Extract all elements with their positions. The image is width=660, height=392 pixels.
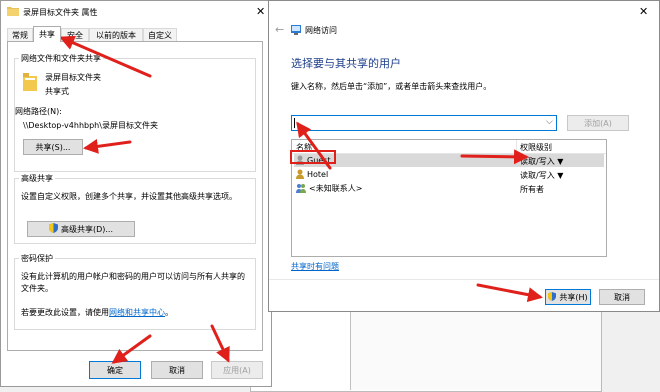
user-name: <未知联系人> xyxy=(309,184,363,193)
list-item-unknown-contact[interactable]: <未知联系人> 所有者 xyxy=(294,182,604,195)
sharing-trouble-link[interactable]: 共享时有问题 xyxy=(291,261,339,272)
apply-button[interactable]: 应用(A) xyxy=(211,361,263,379)
network-access-icon xyxy=(291,25,301,37)
tab-previous-versions[interactable]: 以前的版本 xyxy=(89,28,143,42)
list-item-hotel[interactable]: Hotel 读取/写入 ▼ xyxy=(294,168,604,181)
footer-divider xyxy=(269,279,659,280)
title-bar: 录屏目标文件夹 属性 ✕ xyxy=(1,1,271,23)
tab-general[interactable]: 常规 xyxy=(7,28,33,42)
user-list: 名称 权限级别 Guest 读取/写入 ▼ Hotel 读取/写入 ▼ <未知联… xyxy=(291,139,607,257)
window-title: 录屏目标文件夹 属性 xyxy=(23,8,98,17)
background-window-2 xyxy=(350,300,601,390)
add-button[interactable]: 添加(A) xyxy=(567,115,629,131)
netpath-value: \\Desktop-v4hhbph\录屏目标文件夹 xyxy=(23,121,158,130)
list-item-guest[interactable]: Guest 读取/写入 ▼ xyxy=(294,154,604,167)
permission-dropdown[interactable]: 读取/写入 ▼ xyxy=(520,170,563,181)
folder-status: 共享式 xyxy=(45,87,69,96)
share-button[interactable]: 共享(H) xyxy=(545,289,591,305)
tab-security[interactable]: 安全 xyxy=(61,28,89,42)
tab-sharing[interactable]: 共享 xyxy=(33,26,61,42)
group-title: 网络文件和文件夹共享 xyxy=(19,53,103,64)
contact-icon xyxy=(296,183,306,195)
properties-dialog: 录屏目标文件夹 属性 ✕ 常规 共享 安全 以前的版本 自定义 网络文件和文件夹… xyxy=(0,0,272,387)
folder-icon xyxy=(7,6,19,18)
folder-name: 录屏目标文件夹 xyxy=(45,73,101,82)
folder-icon xyxy=(23,73,37,93)
netpath-label: 网络路径(N): xyxy=(15,107,62,116)
ok-button[interactable]: 确定 xyxy=(89,361,141,379)
network-share-group: 网络文件和文件夹共享 录屏目标文件夹 共享式 网络路径(N): \\Deskto… xyxy=(14,53,256,172)
close-icon[interactable]: ✕ xyxy=(639,5,648,18)
pwd-change-text: 若要更改此设置，请使用网络和共享中心。 xyxy=(21,308,173,317)
wizard-instruction: 键入名称，然后单击“添加”，或者单击箭头来查找用户。 xyxy=(291,82,492,91)
user-name: Hotel xyxy=(307,170,329,179)
shield-icon xyxy=(548,291,557,303)
adv-description: 设置自定义权限，创建多个共享，并设置其他高级共享选项。 xyxy=(21,192,237,201)
group-title: 高级共享 xyxy=(19,173,55,184)
text-caret xyxy=(294,118,295,128)
back-arrow-icon[interactable]: ← xyxy=(275,23,284,36)
guest-highlight-box xyxy=(290,150,336,164)
shield-icon xyxy=(48,223,58,235)
tab-customize[interactable]: 自定义 xyxy=(143,28,177,42)
pwd-description: 没有此计算机的用户帐户和密码的用户可以访问与所有人共享的文件夹。 xyxy=(21,272,245,293)
list-header: 名称 权限级别 xyxy=(292,140,606,154)
advanced-share-button[interactable]: 高级共享(D)... xyxy=(27,221,135,237)
user-icon xyxy=(296,169,304,181)
password-protection-group: 密码保护 没有此计算机的用户帐户和密码的用户可以访问与所有人共享的文件夹。 若要… xyxy=(14,253,256,330)
wizard-heading: 选择要与其共享的用户 xyxy=(291,57,401,70)
group-title: 密码保护 xyxy=(19,253,55,264)
share-button[interactable]: 共享(S)... xyxy=(23,139,83,155)
permission-dropdown[interactable]: 读取/写入 ▼ xyxy=(520,156,563,167)
network-sharing-center-link[interactable]: 网络和共享中心 xyxy=(109,308,165,317)
permission-level: 所有者 xyxy=(520,185,544,194)
column-header-perm[interactable]: 权限级别 xyxy=(520,142,552,153)
advanced-share-group: 高级共享 设置自定义权限，创建多个共享，并设置其他高级共享选项。 高级共享(D)… xyxy=(14,173,256,244)
cancel-button[interactable]: 取消 xyxy=(599,289,645,305)
tab-page: 网络文件和文件夹共享 录屏目标文件夹 共享式 网络路径(N): \\Deskto… xyxy=(7,41,263,351)
chevron-down-icon[interactable]: ⌵ xyxy=(546,117,553,127)
close-icon[interactable]: ✕ xyxy=(256,5,265,18)
wizard-title: 网络访问 xyxy=(305,26,337,35)
column-divider xyxy=(516,140,517,153)
cancel-button[interactable]: 取消 xyxy=(151,361,203,379)
user-name-combobox[interactable]: ⌵ xyxy=(291,115,557,131)
